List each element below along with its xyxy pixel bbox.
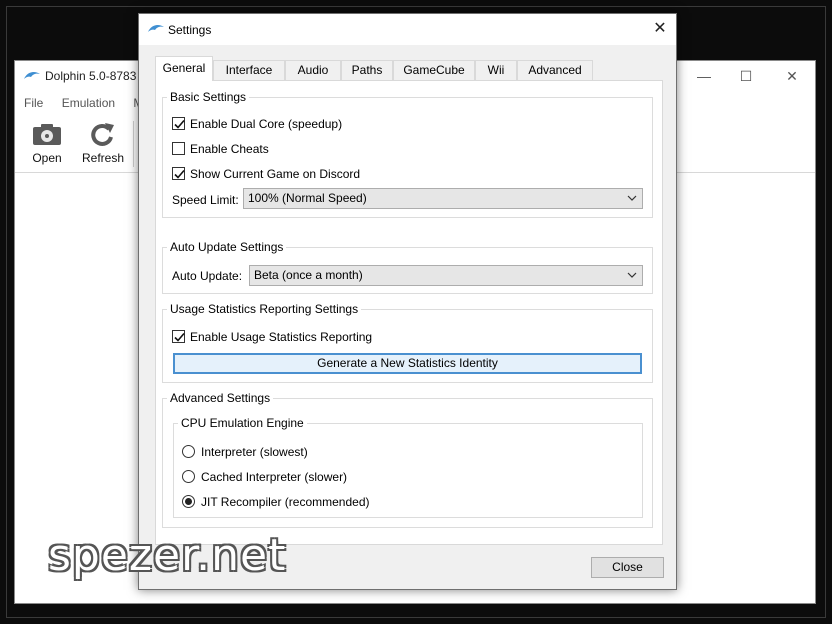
dolphin-logo-icon xyxy=(147,22,165,39)
maximize-button[interactable]: ☐ xyxy=(723,61,769,91)
tab-audio[interactable]: Audio xyxy=(285,60,341,81)
basic-settings-title: Basic Settings xyxy=(167,90,250,104)
cheats-label[interactable]: Enable Cheats xyxy=(190,142,269,156)
auto-update-label: Auto Update: xyxy=(172,269,243,283)
settings-titlebar: Settings ✕ xyxy=(139,14,676,45)
cpu-engine-group: CPU Emulation Engine Interpreter (slowes… xyxy=(173,416,643,518)
basic-settings-group: Basic Settings Enable Dual Core (speedup… xyxy=(162,90,653,218)
radio-cached-interpreter[interactable] xyxy=(182,470,195,483)
dual-core-label[interactable]: Enable Dual Core (speedup) xyxy=(190,117,342,131)
auto-update-group: Auto Update Settings Auto Update: Beta (… xyxy=(162,240,653,294)
cpu-engine-title: CPU Emulation Engine xyxy=(178,416,307,430)
menu-file[interactable]: File xyxy=(24,93,43,113)
auto-update-select[interactable]: Beta (once a month) xyxy=(249,265,643,286)
refresh-icon xyxy=(87,121,119,147)
dialog-close-icon[interactable]: ✕ xyxy=(644,14,676,45)
toolbar-separator xyxy=(133,121,134,167)
usage-statistics-checkbox[interactable] xyxy=(172,330,185,343)
speed-limit-select[interactable]: 100% (Normal Speed) xyxy=(243,188,643,209)
radio-jit-recompiler[interactable] xyxy=(182,495,195,508)
settings-title: Settings xyxy=(168,23,212,37)
refresh-button[interactable]: Refresh xyxy=(77,119,129,171)
minimize-button[interactable]: — xyxy=(681,61,727,91)
main-close-button[interactable]: ✕ xyxy=(769,61,815,91)
settings-dialog: Settings ✕ General Interface Audio Paths… xyxy=(138,13,677,590)
interpreter-label[interactable]: Interpreter (slowest) xyxy=(201,445,308,459)
usage-statistics-title: Usage Statistics Reporting Settings xyxy=(167,302,362,316)
auto-update-title: Auto Update Settings xyxy=(167,240,287,254)
menu-emulation[interactable]: Emulation xyxy=(62,93,115,113)
chevron-down-icon xyxy=(627,266,637,285)
main-window-title: Dolphin 5.0-8783 xyxy=(45,69,137,83)
speed-limit-label: Speed Limit: xyxy=(172,193,239,207)
jit-recompiler-label[interactable]: JIT Recompiler (recommended) xyxy=(201,495,370,509)
tab-advanced[interactable]: Advanced xyxy=(517,60,593,81)
radio-selected-dot xyxy=(185,498,192,505)
discord-label[interactable]: Show Current Game on Discord xyxy=(190,167,360,181)
cheats-checkbox[interactable] xyxy=(172,142,185,155)
close-button[interactable]: Close xyxy=(591,557,664,578)
advanced-settings-title: Advanced Settings xyxy=(167,391,274,405)
tab-wii[interactable]: Wii xyxy=(475,60,517,81)
open-button[interactable]: Open xyxy=(21,119,73,171)
tab-interface[interactable]: Interface xyxy=(213,60,285,81)
generate-statistics-identity-button[interactable]: Generate a New Statistics Identity xyxy=(173,353,642,374)
main-menubar: File Emulation M xyxy=(15,93,149,113)
discord-checkbox[interactable] xyxy=(172,167,185,180)
open-disc-icon xyxy=(31,121,63,147)
dual-core-checkbox[interactable] xyxy=(172,117,185,130)
tab-general[interactable]: General xyxy=(155,56,213,81)
refresh-label: Refresh xyxy=(81,151,125,165)
auto-update-value: Beta (once a month) xyxy=(254,268,363,282)
cached-interpreter-label[interactable]: Cached Interpreter (slower) xyxy=(201,470,347,484)
general-tab-pane: Basic Settings Enable Dual Core (speedup… xyxy=(155,80,663,545)
usage-statistics-group: Usage Statistics Reporting Settings Enab… xyxy=(162,302,653,383)
radio-interpreter[interactable] xyxy=(182,445,195,458)
tab-gamecube[interactable]: GameCube xyxy=(393,60,475,81)
advanced-settings-group: Advanced Settings CPU Emulation Engine I… xyxy=(162,391,653,528)
watermark-text: spezer.net xyxy=(48,530,287,581)
speed-limit-value: 100% (Normal Speed) xyxy=(248,191,367,205)
dolphin-logo-icon xyxy=(23,69,41,86)
chevron-down-icon xyxy=(627,189,637,208)
usage-statistics-label[interactable]: Enable Usage Statistics Reporting xyxy=(190,330,372,344)
tab-paths[interactable]: Paths xyxy=(341,60,393,81)
open-label: Open xyxy=(32,151,62,165)
